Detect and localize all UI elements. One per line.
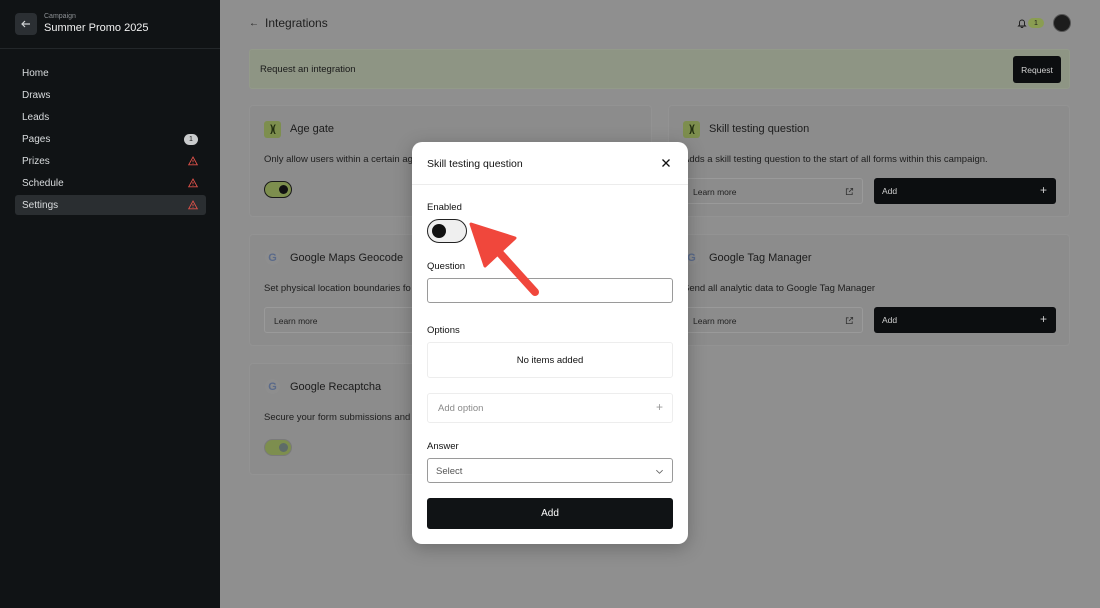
sidebar-item-label: Leads [22, 111, 50, 123]
sidebar-nav: Home Draws Leads Pages 1 Prizes Schedule … [15, 63, 206, 217]
learn-more-button[interactable]: Learn more [683, 178, 863, 204]
sidebar-item-pages[interactable]: Pages 1 [15, 129, 206, 149]
card-description: Send all analytic data to Google Tag Man… [683, 283, 876, 294]
plus-icon: + [1039, 312, 1047, 326]
plus-icon: + [1039, 183, 1047, 197]
bell-icon[interactable] [1017, 18, 1027, 28]
sidebar: Campaign Summer Promo 2025 Home Draws Le… [0, 0, 220, 608]
arrow-left-icon [21, 20, 30, 28]
answer-label: Answer [427, 441, 459, 452]
page-title-text: Integrations [265, 16, 328, 30]
add-button[interactable]: Add + [874, 178, 1056, 204]
campaign-title: Summer Promo 2025 [44, 22, 149, 34]
add-submit-button[interactable]: Add [427, 498, 673, 529]
card-skill-testing: )( Skill testing question Adds a skill t… [668, 105, 1070, 217]
sidebar-item-label: Pages [22, 133, 51, 145]
recaptcha-toggle[interactable] [264, 439, 292, 456]
count-badge: 1 [184, 133, 198, 145]
sidebar-item-home[interactable]: Home [15, 63, 206, 83]
answer-select[interactable]: Select [427, 458, 673, 483]
question-input[interactable] [427, 278, 673, 303]
add-label: Add [882, 186, 898, 196]
answer-select-value: Select [436, 466, 463, 477]
toggle-knob [432, 224, 446, 238]
toggle-knob [279, 443, 288, 452]
request-integration-bar: Request an integration Request [249, 49, 1070, 89]
notification-badge: 1 [1028, 18, 1044, 28]
add-option-placeholder: Add option [438, 403, 484, 414]
campaign-kicker: Campaign [44, 13, 76, 20]
warning-icon [188, 200, 198, 210]
integration-icon: )( [264, 121, 281, 138]
options-label: Options [427, 325, 460, 336]
sidebar-item-prizes[interactable]: Prizes [15, 151, 206, 171]
modal-header: Skill testing question [412, 142, 688, 185]
warning-icon [188, 156, 198, 166]
annotation-arrow-icon [469, 222, 539, 296]
arrow-left-icon[interactable]: ← [249, 18, 259, 29]
options-empty-state: No items added [427, 342, 673, 378]
sidebar-item-label: Draws [22, 89, 51, 101]
google-icon: G [265, 379, 280, 394]
add-button[interactable]: Add + [874, 307, 1056, 333]
enabled-label: Enabled [427, 202, 462, 213]
external-link-icon [845, 316, 854, 325]
add-option-input[interactable]: Add option + [427, 393, 673, 423]
sidebar-header: Campaign Summer Promo 2025 [0, 0, 220, 49]
request-button[interactable]: Request [1013, 56, 1061, 83]
external-link-icon [845, 187, 854, 196]
sidebar-item-label: Schedule [22, 177, 64, 189]
card-description: Only allow users within a certain ag [264, 154, 413, 165]
card-title: Google Maps Geocode [290, 252, 404, 264]
add-label: Add [882, 315, 898, 325]
learn-more-label: Learn more [693, 187, 737, 197]
card-description: Secure your form submissions and [264, 412, 411, 423]
question-label: Question [427, 261, 466, 272]
card-title: Google Recaptcha [290, 381, 382, 393]
age-gate-toggle[interactable] [264, 181, 292, 198]
avatar[interactable] [1053, 14, 1071, 32]
enabled-toggle[interactable] [427, 219, 467, 243]
google-icon: G [265, 250, 280, 265]
sidebar-item-draws[interactable]: Draws [15, 85, 206, 105]
learn-more-label: Learn more [693, 316, 737, 326]
sidebar-item-label: Home [22, 67, 49, 79]
plus-icon[interactable]: + [656, 400, 663, 414]
close-icon[interactable] [660, 157, 672, 169]
card-title: Age gate [290, 123, 335, 135]
skill-testing-modal: Skill testing question Enabled Question … [412, 142, 688, 544]
sidebar-item-schedule[interactable]: Schedule [15, 173, 206, 193]
card-description: Adds a skill testing question to the sta… [683, 154, 988, 165]
card-description: Set physical location boundaries fo [264, 283, 411, 294]
learn-more-label: Learn more [274, 316, 318, 326]
page-title: ← Integrations [249, 16, 328, 30]
chevron-down-icon [656, 469, 663, 474]
sidebar-item-settings[interactable]: Settings [15, 195, 206, 215]
warning-icon [188, 178, 198, 188]
sidebar-item-label: Prizes [22, 155, 50, 167]
modal-title: Skill testing question [427, 158, 523, 170]
card-title: Google Tag Manager [709, 252, 812, 264]
card-title: Skill testing question [709, 123, 810, 135]
request-integration-text: Request an integration [260, 64, 356, 75]
back-button[interactable] [15, 13, 37, 35]
toggle-knob [279, 185, 288, 194]
card-google-tag-manager: G Google Tag Manager Send all analytic d… [668, 234, 1070, 346]
learn-more-button[interactable]: Learn more [683, 307, 863, 333]
sidebar-item-leads[interactable]: Leads [15, 107, 206, 127]
integration-icon: )( [683, 121, 700, 138]
sidebar-item-label: Settings [22, 199, 59, 211]
